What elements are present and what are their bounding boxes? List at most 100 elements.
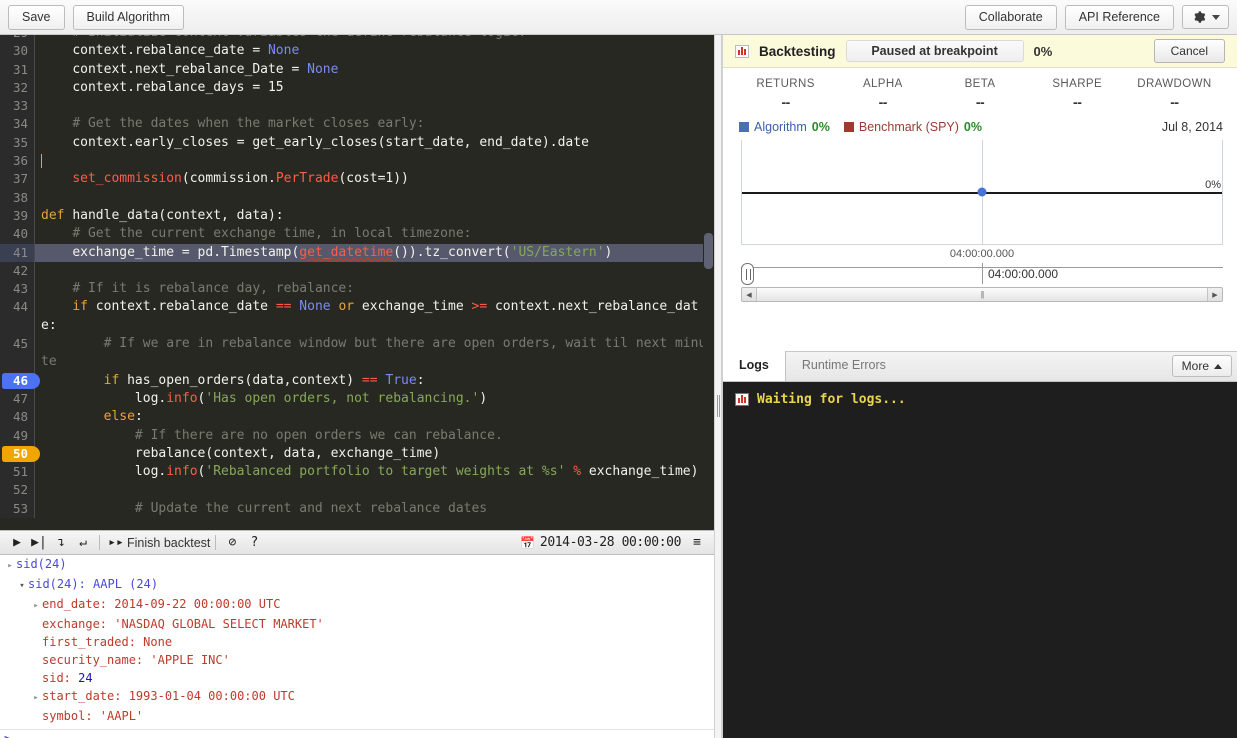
line-number-gutter[interactable]: 44 <box>0 298 34 336</box>
code-line[interactable]: 51 log.info('Rebalanced portfolio to tar… <box>0 463 714 482</box>
fast-forward-icon[interactable]: ▸▸ <box>105 535 127 550</box>
step-over-icon[interactable]: ▶| <box>28 535 50 550</box>
step-into-icon[interactable]: ↴ <box>50 535 72 550</box>
inspector-field-row[interactable]: sid: 24 <box>0 669 714 687</box>
code-editor[interactable]: 29 # Initialize context variables the de… <box>0 35 714 530</box>
collaborate-button[interactable]: Collaborate <box>964 4 1057 30</box>
range-handle-left[interactable] <box>741 263 754 285</box>
variable-inspector[interactable]: ▸ sid(24) ▾ sid(24): AAPL (24) ▸ end_date: … <box>0 555 714 738</box>
step-out-icon[interactable]: ↵ <box>72 535 94 550</box>
inspector-root-row[interactable]: ▾ sid(24): AAPL (24) <box>0 575 714 595</box>
play-icon[interactable]: ▶ <box>6 535 28 550</box>
line-number-gutter[interactable]: 40 <box>0 225 34 244</box>
code-line[interactable]: 37 set_commission(commission.PerTrade(co… <box>0 170 714 189</box>
line-number-gutter[interactable]: 37 <box>0 170 34 189</box>
question-mark-icon[interactable]: ? <box>243 535 265 550</box>
inspector-field-row[interactable]: first_traded: None <box>0 633 714 651</box>
code-line[interactable]: 50 rebalance(context, data, exchange_tim… <box>0 444 714 464</box>
hamburger-icon[interactable]: ≡ <box>686 535 708 550</box>
line-number-gutter[interactable]: 45 <box>0 335 34 372</box>
tab-logs[interactable]: Logs <box>723 351 786 381</box>
scrollbar-thumb[interactable]: ||| <box>756 288 1208 301</box>
line-number-gutter[interactable]: 49 <box>0 426 34 445</box>
line-number-gutter[interactable]: 52 <box>0 481 34 500</box>
no-entry-icon[interactable]: ⊘ <box>221 535 243 550</box>
chevron-right-icon[interactable]: ▸ <box>4 557 16 575</box>
line-number-gutter[interactable]: 30 <box>0 42 34 61</box>
code-line[interactable]: 34 # Get the dates when the market close… <box>0 115 714 134</box>
line-number-gutter[interactable]: 47 <box>0 389 34 409</box>
code-line[interactable]: 30 context.rebalance_date = None <box>0 42 714 61</box>
settings-menu-button[interactable] <box>1182 5 1229 29</box>
line-number-gutter[interactable]: 39 <box>0 206 34 226</box>
chart-range-selector[interactable]: 04:00:00.000 ◀ ||| ▶ <box>741 263 1223 305</box>
line-number-gutter[interactable]: 33 <box>0 97 34 116</box>
code-line[interactable]: 48 else: <box>0 408 714 427</box>
code-line[interactable]: 39 def handle_data(context, data): <box>0 206 714 226</box>
code-line[interactable]: 38 <box>0 188 714 207</box>
tab-runtime-errors[interactable]: Runtime Errors <box>786 351 902 381</box>
code-line[interactable]: 46 if has_open_orders(data,context) == T… <box>0 371 714 390</box>
line-number-gutter[interactable]: 38 <box>0 188 34 207</box>
code-line[interactable]: 42 <box>0 261 714 281</box>
line-number-gutter[interactable]: 41 <box>0 243 34 262</box>
code-line[interactable]: 29 # Initialize context variables the de… <box>0 35 714 43</box>
code-line[interactable]: 49 # If there are no open orders we can … <box>0 426 714 445</box>
code-line[interactable]: 44 if context.rebalance_date == None or … <box>0 298 714 336</box>
line-number-gutter[interactable]: 46 <box>0 371 40 390</box>
code-line[interactable]: 31 context.next_rebalance_Date = None <box>0 60 714 79</box>
chevron-down-icon[interactable]: ▾ <box>16 577 28 595</box>
code-line[interactable]: 33 <box>0 97 714 116</box>
splitter-grip-icon[interactable] <box>717 395 720 417</box>
cancel-button[interactable]: Cancel <box>1153 39 1225 63</box>
editor-vertical-scrollbar[interactable] <box>703 35 714 530</box>
line-number-gutter[interactable]: 53 <box>0 499 34 519</box>
inspector-field-row[interactable]: symbol: 'AAPL' <box>0 707 714 725</box>
code-line[interactable]: 52 <box>0 481 714 500</box>
code-line[interactable]: 53 # Update the current and next rebalan… <box>0 499 714 519</box>
code-line[interactable]: 35 context.early_closes = get_early_clos… <box>0 133 714 153</box>
chevron-right-icon[interactable]: ▶ <box>1208 288 1222 301</box>
save-button[interactable]: Save <box>8 4 65 30</box>
line-number-gutter[interactable]: 43 <box>0 280 34 299</box>
code-line[interactable]: 32 context.rebalance_days = 15 <box>0 78 714 98</box>
line-number-gutter[interactable]: 36 <box>0 152 34 171</box>
line-number-gutter[interactable]: 51 <box>0 463 34 482</box>
chevron-right-icon[interactable]: ▸ <box>30 597 42 615</box>
panel-splitter[interactable] <box>714 35 722 738</box>
line-number-gutter[interactable]: 32 <box>0 78 34 98</box>
editor-scrollbar-thumb[interactable] <box>704 233 713 269</box>
inspector-field-row[interactable]: exchange: 'NASDAQ GLOBAL SELECT MARKET' <box>0 615 714 633</box>
metric-value: -- <box>1170 94 1179 110</box>
finish-backtest-label[interactable]: Finish backtest <box>127 536 210 550</box>
more-button[interactable]: More <box>1171 355 1232 377</box>
chevron-left-icon[interactable]: ◀ <box>742 288 756 301</box>
code-line[interactable]: 47 log.info('Has open orders, not rebala… <box>0 389 714 409</box>
code-line[interactable]: 41 exchange_time = pd.Timestamp(get_date… <box>0 243 714 262</box>
code-line[interactable]: 40 # Get the current exchange time, in l… <box>0 225 714 244</box>
line-number-gutter[interactable]: 48 <box>0 408 34 427</box>
logs-output-pane[interactable]: Waiting for logs... <box>723 382 1237 738</box>
scrollbar-track[interactable]: ||| <box>756 288 1208 301</box>
line-number-gutter[interactable]: 42 <box>0 261 34 281</box>
build-algorithm-button[interactable]: Build Algorithm <box>72 4 184 30</box>
inspector-field-row[interactable]: security_name: 'APPLE INC' <box>0 651 714 669</box>
inspector-input-row[interactable]: > <box>0 730 714 738</box>
code-line[interactable]: 45 # If we are in rebalance window but t… <box>0 335 714 372</box>
legend-item-algorithm[interactable]: Algorithm 0% <box>739 120 830 134</box>
chart-horizontal-scrollbar[interactable]: ◀ ||| ▶ <box>741 287 1223 302</box>
line-number-gutter[interactable]: 34 <box>0 115 34 134</box>
code-line[interactable]: 36 <box>0 152 714 171</box>
code-line[interactable]: 43 # If it is rebalance day, rebalance: <box>0 280 714 299</box>
api-reference-button[interactable]: API Reference <box>1064 4 1174 30</box>
line-number-gutter[interactable]: 31 <box>0 60 34 79</box>
line-number-gutter[interactable]: 35 <box>0 133 34 153</box>
legend-item-benchmark[interactable]: Benchmark (SPY) 0% <box>843 120 982 134</box>
line-number-gutter[interactable]: 29 <box>0 35 34 43</box>
inspector-field-row[interactable]: ▸ start_date: 1993-01-04 00:00:00 UTC <box>0 687 714 707</box>
chevron-right-icon[interactable]: ▸ <box>30 689 42 707</box>
performance-chart[interactable]: 0% 04:00:00.000 <box>741 140 1223 260</box>
inspector-expression-row[interactable]: ▸ sid(24) <box>0 555 714 575</box>
line-number-gutter[interactable]: 50 <box>0 444 40 464</box>
inspector-field-row[interactable]: ▸ end_date: 2014-09-22 00:00:00 UTC <box>0 595 714 615</box>
